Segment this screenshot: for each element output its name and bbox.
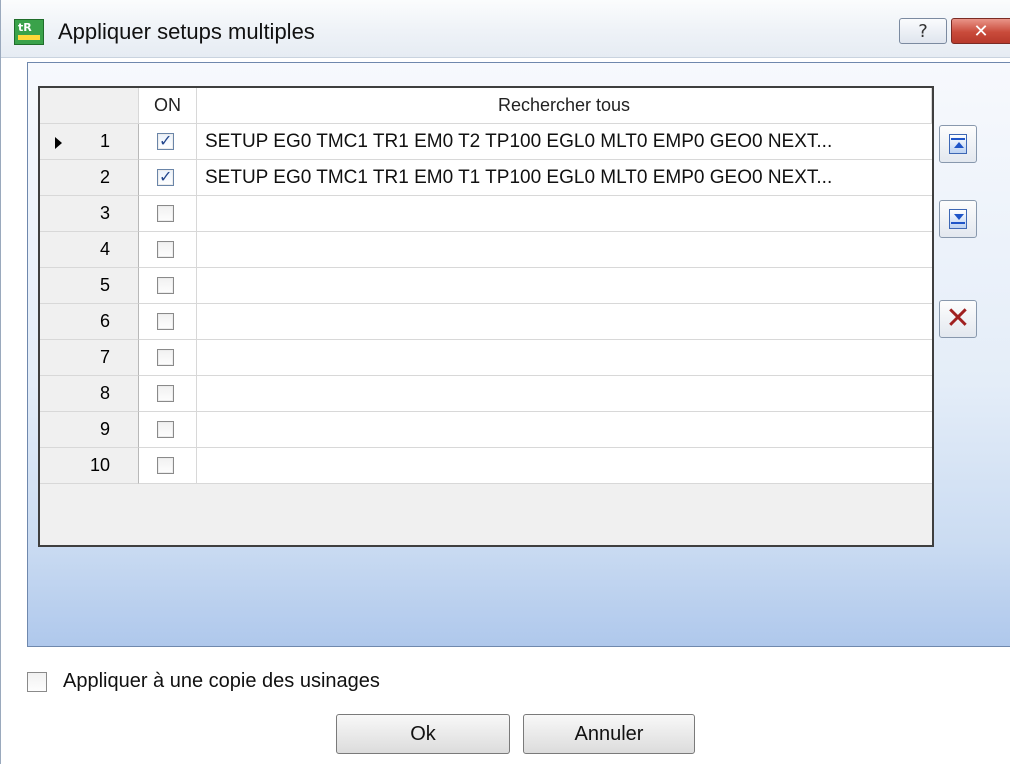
move-up-icon (949, 134, 967, 154)
on-cell: ✓ (139, 124, 197, 160)
delete-button[interactable]: ✕ (939, 300, 977, 338)
on-cell (139, 340, 197, 376)
title-bar[interactable]: tR Appliquer setups multiples ? ✕ (1, 0, 1010, 58)
row-number[interactable]: 4 (40, 232, 139, 268)
row-number[interactable]: 6 (40, 304, 139, 340)
row-on-checkbox[interactable] (157, 385, 174, 402)
row-on-checkbox[interactable] (157, 313, 174, 330)
row-number[interactable]: 5 (40, 268, 139, 304)
setup-description-cell[interactable] (197, 232, 932, 268)
setup-description-cell[interactable]: SETUP EG0 TMC1 TR1 EM0 T2 TP100 EGL0 MLT… (197, 124, 932, 160)
table-row[interactable]: 5 (40, 268, 932, 304)
on-cell (139, 268, 197, 304)
table-row[interactable]: 6 (40, 304, 932, 340)
move-up-button[interactable] (939, 125, 977, 163)
row-number-label: 9 (99, 419, 110, 439)
setup-description-cell[interactable] (197, 340, 932, 376)
row-number[interactable]: 1 (40, 124, 139, 160)
copy-machinings-checkbox[interactable] (27, 672, 47, 692)
row-number-label: 10 (89, 455, 110, 475)
setup-description-cell[interactable] (197, 196, 932, 232)
on-cell: ✓ (139, 160, 197, 196)
setup-description-cell[interactable] (197, 376, 932, 412)
current-row-arrow-icon (55, 137, 62, 149)
grid-corner-header (40, 88, 139, 124)
row-number-label: 5 (99, 275, 110, 295)
row-number-label: 2 (99, 167, 110, 187)
row-number-label: 1 (99, 131, 110, 151)
table-row[interactable]: 4 (40, 232, 932, 268)
row-number-label: 4 (99, 239, 110, 259)
row-number[interactable]: 8 (40, 376, 139, 412)
setup-description-cell[interactable] (197, 412, 932, 448)
row-number-label: 3 (99, 203, 110, 223)
close-button[interactable]: ✕ (951, 18, 1010, 44)
row-on-checkbox[interactable]: ✓ (157, 131, 174, 150)
close-icon: ✕ (973, 20, 989, 42)
row-number[interactable]: 9 (40, 412, 139, 448)
column-header-on[interactable]: ON (139, 88, 197, 124)
table-row[interactable]: 8 (40, 376, 932, 412)
setup-description-cell[interactable]: SETUP EG0 TMC1 TR1 EM0 T1 TP100 EGL0 MLT… (197, 160, 932, 196)
row-on-checkbox[interactable] (157, 421, 174, 438)
row-on-checkbox[interactable] (157, 241, 174, 258)
on-cell (139, 412, 197, 448)
row-on-checkbox[interactable] (157, 277, 174, 294)
app-icon: tR (14, 19, 44, 45)
delete-icon: ✕ (945, 301, 971, 336)
row-on-checkbox[interactable] (157, 457, 174, 474)
row-number[interactable]: 3 (40, 196, 139, 232)
row-on-checkbox[interactable]: ✓ (157, 167, 174, 186)
on-cell (139, 232, 197, 268)
move-down-icon (949, 209, 967, 229)
window-title: Appliquer setups multiples (58, 19, 315, 44)
setup-description-cell[interactable] (197, 448, 932, 484)
dialog-window: tR Appliquer setups multiples ? ✕ ON Rec… (0, 0, 1010, 764)
row-number[interactable]: 7 (40, 340, 139, 376)
setup-description-cell[interactable] (197, 268, 932, 304)
table-row[interactable]: 9 (40, 412, 932, 448)
checkmark-icon: ✓ (159, 131, 173, 150)
on-cell (139, 304, 197, 340)
setups-grid[interactable]: ON Rechercher tous 1 ✓ SETUP EG0 TMC1 TR1 … (38, 86, 934, 547)
row-number-label: 6 (99, 311, 110, 331)
help-icon: ? (918, 20, 928, 42)
row-on-checkbox[interactable] (157, 205, 174, 222)
ok-button[interactable]: Ok (336, 714, 510, 754)
table-row[interactable]: 2 ✓ SETUP EG0 TMC1 TR1 EM0 T1 TP100 EGL0 M… (40, 160, 932, 196)
row-number-label: 8 (99, 383, 110, 403)
move-down-button[interactable] (939, 200, 977, 238)
on-cell (139, 376, 197, 412)
table-row[interactable]: 10 (40, 448, 932, 484)
column-header-search-all[interactable]: Rechercher tous (197, 88, 932, 124)
help-button[interactable]: ? (899, 18, 947, 44)
cancel-button[interactable]: Annuler (523, 714, 695, 754)
table-row[interactable]: 1 ✓ SETUP EG0 TMC1 TR1 EM0 T2 TP100 EGL0 M… (40, 124, 932, 160)
copy-machinings-label: Appliquer à une copie des usinages (63, 670, 380, 692)
row-on-checkbox[interactable] (157, 349, 174, 366)
table-row[interactable]: 3 (40, 196, 932, 232)
checkmark-icon: ✓ (159, 167, 173, 186)
row-number-label: 7 (99, 347, 110, 367)
setup-description-cell[interactable] (197, 304, 932, 340)
on-cell (139, 196, 197, 232)
table-row[interactable]: 7 (40, 340, 932, 376)
row-number[interactable]: 2 (40, 160, 139, 196)
row-number[interactable]: 10 (40, 448, 139, 484)
on-cell (139, 448, 197, 484)
